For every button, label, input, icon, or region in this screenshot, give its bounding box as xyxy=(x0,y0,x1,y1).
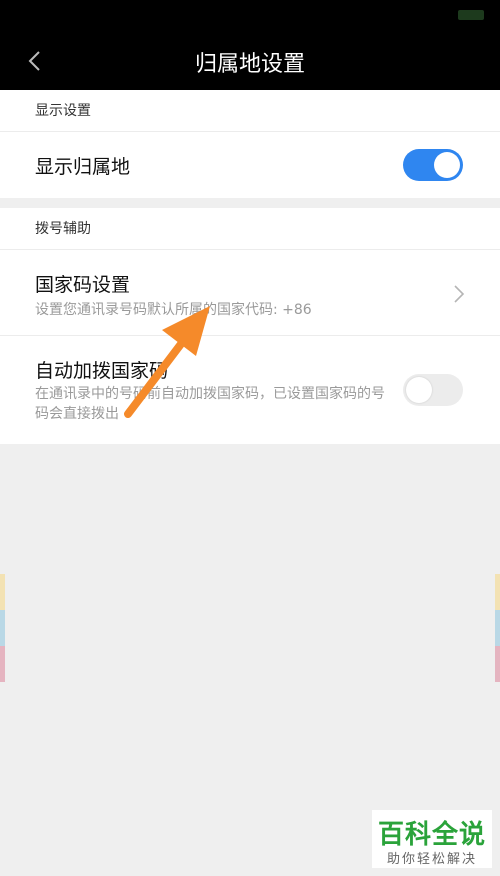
watermark-logo: 百科全说 助你轻松解决 xyxy=(372,810,492,868)
watermark-main: 百科全说 xyxy=(377,820,486,850)
auto-dial-toggle[interactable] xyxy=(403,374,463,406)
auto-dial-description: 在通讯录中的号码前自动加拨国家码，已设置国家码的号码会直接拨出 xyxy=(35,386,385,422)
chevron-right-icon xyxy=(454,285,465,303)
auto-dial-row[interactable]: 自动加拨国家码 在通讯录中的号码前自动加拨国家码，已设置国家码的号码会直接拨出 xyxy=(0,336,500,442)
title-bar: 归属地设置 xyxy=(0,30,500,90)
edge-decor xyxy=(495,574,500,610)
show-location-toggle[interactable] xyxy=(403,149,463,181)
country-code-row[interactable]: 国家码设置 设置您通讯录号码默认所属的国家代码: +86 xyxy=(0,250,500,336)
show-location-label: 显示归属地 xyxy=(35,156,131,178)
country-code-description: 设置您通讯录号码默认所属的国家代码: +86 xyxy=(35,302,312,318)
edge-decor xyxy=(495,646,500,682)
edge-decor xyxy=(0,610,5,646)
battery-icon xyxy=(458,10,484,20)
edge-decor xyxy=(0,646,5,682)
edge-decor xyxy=(495,610,500,646)
toggle-knob xyxy=(434,152,460,178)
edge-decor xyxy=(0,574,5,610)
status-bar xyxy=(0,0,500,30)
dial-assist-section: 拨号辅助 国家码设置 设置您通讯录号码默认所属的国家代码: +86 自动加拨国家… xyxy=(0,208,500,444)
section-header-display: 显示设置 xyxy=(0,90,500,132)
page-title: 归属地设置 xyxy=(194,52,305,77)
watermark-sub: 助你轻松解决 xyxy=(386,852,477,867)
country-code-label: 国家码设置 xyxy=(35,274,131,296)
auto-dial-label: 自动加拨国家码 xyxy=(35,360,169,382)
toggle-knob xyxy=(406,377,432,403)
section-header-dial: 拨号辅助 xyxy=(0,208,500,250)
show-location-row[interactable]: 显示归属地 xyxy=(0,132,500,198)
display-settings-section: 显示设置 显示归属地 xyxy=(0,90,500,198)
